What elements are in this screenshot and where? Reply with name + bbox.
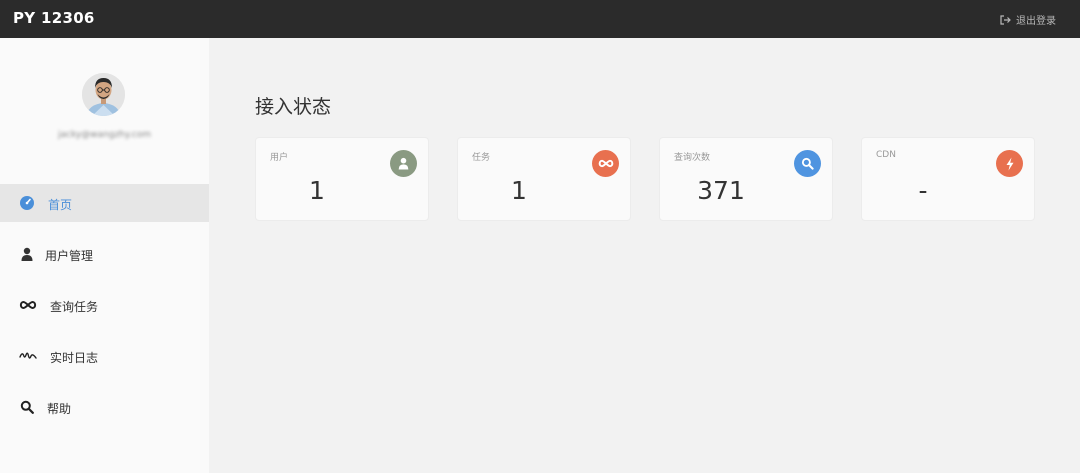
page-title: 接入状态 [255, 96, 332, 118]
nav-item-user-management[interactable]: 用户管理 [0, 235, 209, 273]
nav-label-query-tasks: 查询任务 [50, 300, 99, 314]
stat-card-query-count: 查询次数 371 [659, 137, 833, 221]
search-icon [794, 150, 821, 177]
stat-card-users: 用户 1 [255, 137, 429, 221]
top-navbar: PY 12306 退出登录 [0, 0, 1080, 38]
sidebar: jacky@wangzhy.com 首页 用户管理 查询任务 实时日志 帮助 [0, 38, 209, 473]
logout-label: 退出登录 [1016, 16, 1056, 27]
infinity-icon [592, 150, 619, 177]
stat-label: CDN [876, 150, 896, 160]
nav-label-realtime-log: 实时日志 [50, 351, 99, 365]
nav-label-user-management: 用户管理 [45, 249, 94, 263]
logout-button[interactable]: 退出登录 [1000, 12, 1056, 27]
stat-label: 用户 [270, 153, 289, 163]
stat-value: 371 [697, 176, 745, 205]
stat-value: 1 [309, 176, 325, 205]
user-icon [390, 150, 417, 177]
nav-item-home[interactable]: 首页 [0, 184, 209, 222]
stat-card-tasks: 任务 1 [457, 137, 631, 221]
nav-label-help: 帮助 [47, 402, 72, 416]
nav-item-query-tasks[interactable]: 查询任务 [0, 286, 209, 324]
stat-card-cdn: CDN - [861, 137, 1035, 221]
signature-icon [19, 348, 37, 364]
search-icon [19, 399, 35, 415]
stat-value: - [918, 176, 928, 205]
app-brand[interactable]: PY 12306 [13, 9, 95, 27]
nav-item-help[interactable]: 帮助 [0, 388, 209, 426]
user-icon [19, 246, 35, 262]
stat-value: 1 [511, 176, 527, 205]
infinity-icon [19, 297, 37, 313]
nav-item-realtime-log[interactable]: 实时日志 [0, 337, 209, 375]
user-avatar [82, 73, 125, 116]
main-content: 接入状态 用户 1 任务 1 查询次数 371 CDN - [209, 38, 1080, 473]
stat-label: 查询次数 [674, 153, 711, 163]
nav-label-home: 首页 [48, 198, 73, 212]
user-email: jacky@wangzhy.com [57, 130, 152, 140]
dashboard-icon [19, 195, 35, 211]
bolt-icon [996, 150, 1023, 177]
stat-label: 任务 [472, 153, 491, 163]
logout-icon [1000, 14, 1011, 25]
